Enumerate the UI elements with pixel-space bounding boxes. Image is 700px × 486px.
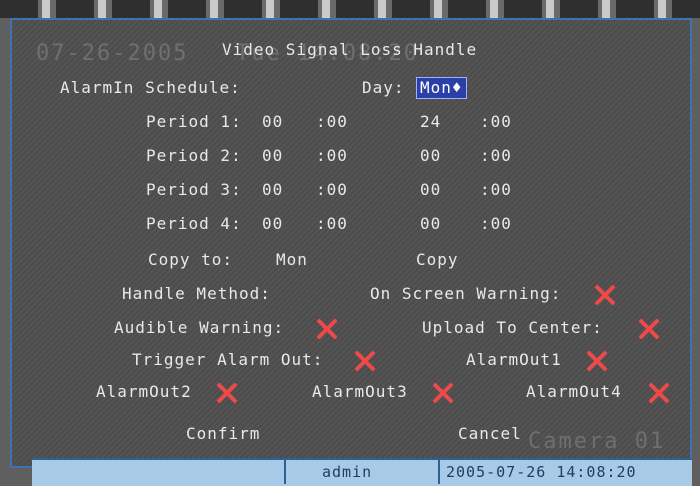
- period-label: Period 1:: [146, 112, 242, 131]
- handle-method-label: Handle Method:: [122, 284, 271, 303]
- upload-to-center-label: Upload To Center:: [422, 318, 603, 337]
- copy-to-select[interactable]: Mon: [276, 250, 308, 270]
- period-end-hour[interactable]: 00: [420, 146, 441, 166]
- copy-button[interactable]: Copy: [416, 250, 459, 270]
- period-start-minute[interactable]: :00: [316, 214, 348, 234]
- period-label: Period 4:: [146, 214, 242, 233]
- period-start-minute[interactable]: :00: [316, 112, 348, 132]
- status-bar: admin 2005-07-26 14:08:20: [32, 458, 692, 486]
- status-datetime: 2005-07-26 14:08:20: [446, 463, 637, 481]
- period-label: Period 2:: [146, 146, 242, 165]
- period-end-minute[interactable]: :00: [480, 146, 512, 166]
- copy-to-label: Copy to:: [148, 250, 234, 269]
- upload-to-center-checkbox-cross-icon[interactable]: [638, 318, 660, 340]
- period-end-minute[interactable]: :00: [480, 180, 512, 200]
- alarmout4-label: AlarmOut4: [526, 382, 622, 401]
- audible-warning-checkbox-cross-icon[interactable]: [316, 318, 338, 340]
- period-start-minute[interactable]: :00: [316, 180, 348, 200]
- trigger-alarm-out-cross-icon[interactable]: [354, 350, 376, 372]
- period-label: Period 3:: [146, 180, 242, 199]
- period-end-hour[interactable]: 00: [420, 180, 441, 200]
- video-top-noise-strip: [0, 0, 700, 18]
- period-start-hour[interactable]: 00: [262, 112, 283, 132]
- trigger-alarm-out-label: Trigger Alarm Out:: [132, 350, 324, 369]
- dialog-title: Video Signal Loss Handle: [222, 40, 478, 59]
- period-start-hour[interactable]: 00: [262, 146, 283, 166]
- on-screen-warning-label: On Screen Warning:: [370, 284, 562, 303]
- alarmout2-label: AlarmOut2: [96, 382, 192, 401]
- alarmout3-checkbox-cross-icon[interactable]: [432, 382, 454, 404]
- audible-warning-label: Audible Warning:: [114, 318, 285, 337]
- period-end-hour[interactable]: 24: [420, 112, 441, 132]
- period-end-hour[interactable]: 00: [420, 214, 441, 234]
- video-date-overlay: 07-26-2005: [36, 41, 189, 66]
- period-start-minute[interactable]: :00: [316, 146, 348, 166]
- period-start-hour[interactable]: 00: [262, 214, 283, 234]
- spinner-arrows-icon: ♦: [451, 78, 463, 97]
- alarmin-schedule-label: AlarmIn Schedule:: [60, 78, 241, 97]
- period-start-hour[interactable]: 00: [262, 180, 283, 200]
- status-divider: [438, 460, 440, 484]
- status-divider: [284, 460, 286, 484]
- cancel-button[interactable]: Cancel: [458, 424, 522, 444]
- day-select[interactable]: Mon♦: [416, 77, 467, 99]
- day-select-value: Mon: [420, 78, 452, 97]
- alarmout2-checkbox-cross-icon[interactable]: [216, 382, 238, 404]
- alarmout1-label: AlarmOut1: [466, 350, 562, 369]
- period-end-minute[interactable]: :00: [480, 112, 512, 132]
- confirm-button[interactable]: Confirm: [186, 424, 260, 444]
- video-camera-overlay: Camera 01: [528, 429, 666, 454]
- period-end-minute[interactable]: :00: [480, 214, 512, 234]
- alarmout3-label: AlarmOut3: [312, 382, 408, 401]
- alarmout1-checkbox-cross-icon[interactable]: [586, 350, 608, 372]
- dvr-dialog: 07-26-2005 Tue 14:08:20 Camera 01 Video …: [10, 18, 692, 468]
- day-label: Day:: [362, 78, 405, 97]
- alarmout4-checkbox-cross-icon[interactable]: [648, 382, 670, 404]
- on-screen-warning-checkbox-cross-icon[interactable]: [594, 284, 616, 306]
- status-user: admin: [322, 463, 373, 481]
